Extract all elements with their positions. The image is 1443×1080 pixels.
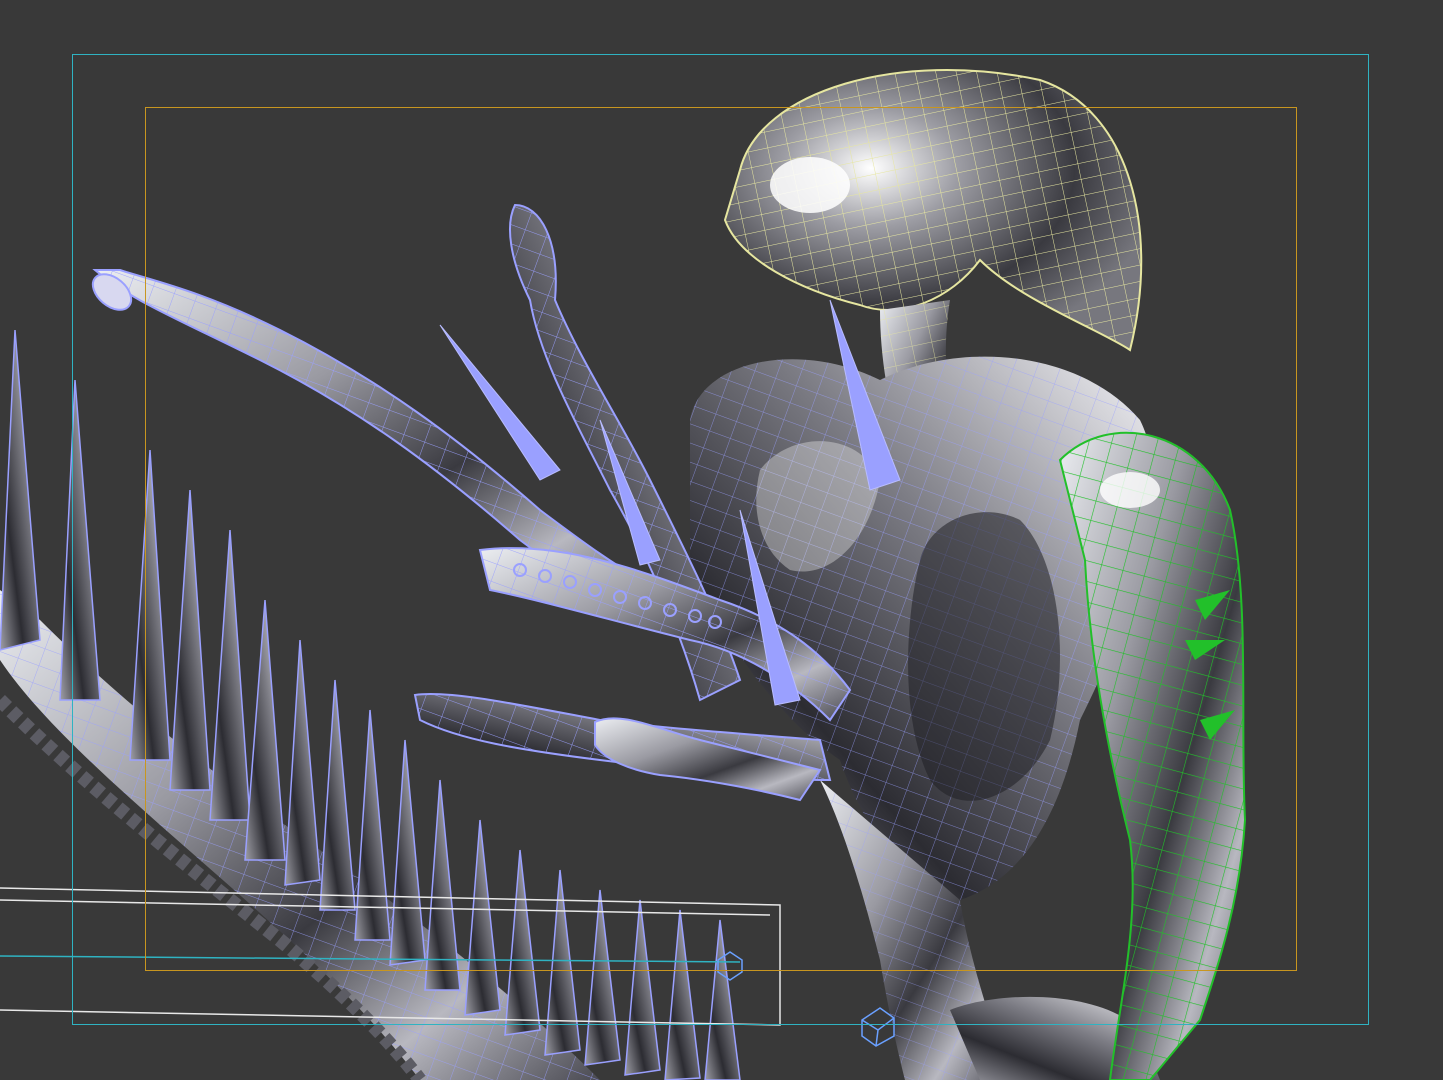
viewport-canvas[interactable] [0, 0, 1443, 1080]
arm-mesh[interactable] [1058, 431, 1247, 1080]
3d-viewport[interactable] [0, 0, 1443, 1080]
pivot-gizmo[interactable] [717, 951, 895, 1047]
tube-lower[interactable] [413, 693, 832, 802]
